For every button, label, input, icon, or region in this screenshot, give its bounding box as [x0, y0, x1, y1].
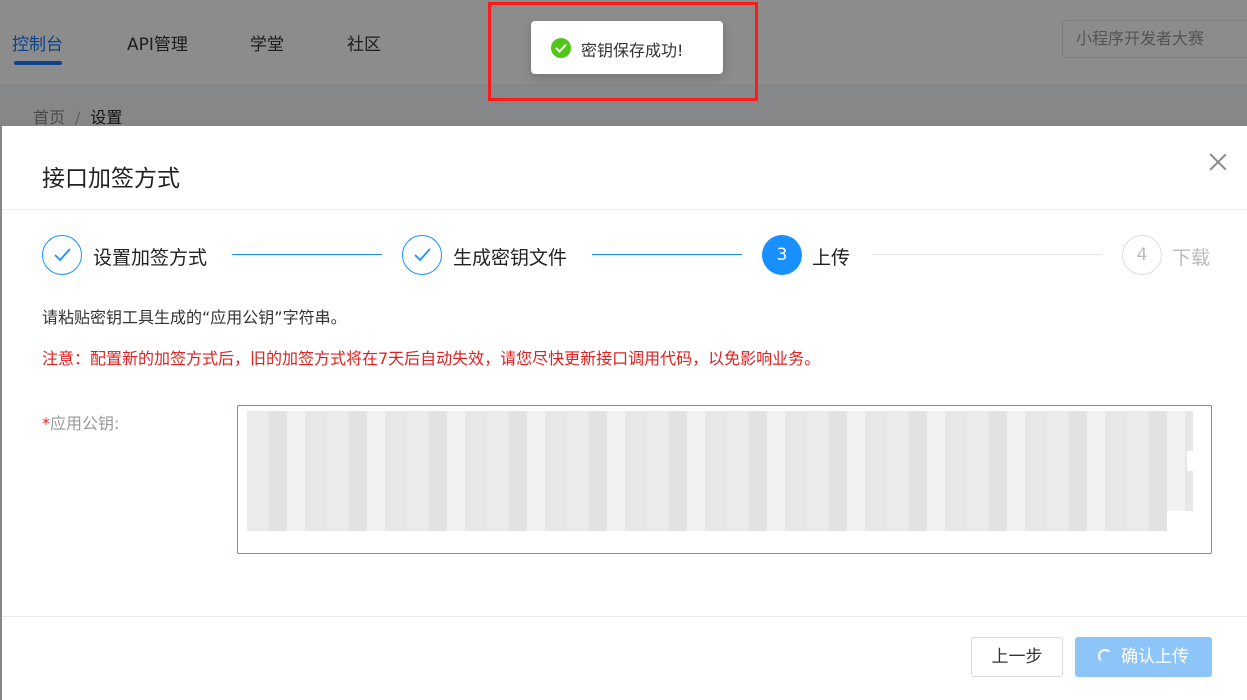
toast-highlight-annotation — [488, 2, 758, 101]
blurred-key-text — [247, 491, 1193, 511]
modal-header-divider — [2, 209, 1247, 210]
blurred-key-text — [247, 471, 1193, 491]
step-2-label: 生成密钥文件 — [453, 247, 568, 269]
step-4-label: 下载 — [1172, 247, 1211, 269]
step-connector-3 — [872, 254, 1102, 255]
blurred-key-text — [247, 511, 1167, 531]
confirm-upload-label: 确认上传 — [1121, 647, 1189, 667]
step-connector-1 — [232, 254, 382, 255]
blurred-key-text — [247, 431, 1193, 451]
step-1-label: 设置加签方式 — [93, 247, 208, 269]
signing-method-modal: 接口加签方式 设置加签方式 生成密钥文件 3 上传 4 下载 请粘贴密钥工具生成… — [2, 126, 1247, 700]
warning-text: 注意：配置新的加签方式后，旧的加签方式将在7天后自动失效，请您尽快更新接口调用代… — [42, 349, 821, 368]
blurred-key-text — [247, 411, 1193, 431]
public-key-label-text: 应用公钥: — [50, 414, 120, 433]
step-3-number: 3 — [762, 235, 802, 275]
blurred-key-text — [247, 451, 1187, 471]
confirm-upload-button[interactable]: 确认上传 — [1075, 637, 1212, 677]
paste-hint-text: 请粘贴密钥工具生成的“应用公钥”字符串。 — [42, 308, 347, 327]
loading-spinner-icon — [1098, 649, 1112, 663]
step-connector-2 — [592, 254, 742, 255]
step-3-label: 上传 — [812, 247, 851, 269]
required-mark: * — [42, 414, 50, 433]
modal-footer-divider — [2, 616, 1247, 617]
step-1-check-icon — [42, 235, 82, 275]
public-key-label: *应用公钥: — [42, 410, 119, 434]
step-4-number: 4 — [1122, 235, 1162, 275]
modal-title: 接口加签方式 — [42, 166, 180, 192]
public-key-textarea[interactable] — [237, 405, 1212, 554]
close-icon[interactable] — [1207, 151, 1229, 173]
step-2-check-icon — [402, 235, 442, 275]
prev-step-button[interactable]: 上一步 — [971, 637, 1063, 677]
